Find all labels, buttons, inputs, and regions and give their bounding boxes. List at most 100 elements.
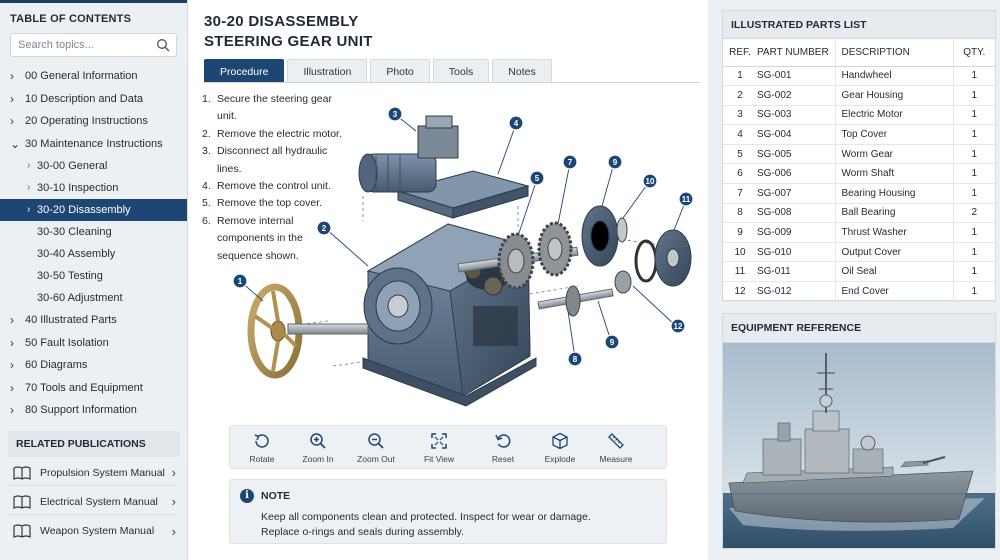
procedure-steps: 1. Secure the steering gear unit. 2. Remov… [202, 91, 342, 265]
toc-item-support-information[interactable]: › 80 Support Information [0, 399, 187, 422]
toc-item-description-and-data[interactable]: › 10 Description and Data [0, 88, 187, 111]
chevron-right-icon: › [27, 204, 31, 215]
callout-label: 9 [610, 338, 615, 347]
table-row[interactable]: 6 SG-006 Worm Shaft 1 [723, 163, 995, 185]
callout-label: 10 [646, 177, 655, 186]
parts-list-title: ILLUSTRATED PARTS LIST [723, 11, 995, 39]
note-text: Keep all components clean and protected.… [261, 511, 591, 538]
toc-subitem-testing[interactable]: 30-50 Testing [0, 265, 187, 287]
toc-item-maintenance-instructions[interactable]: ⌄ 30 Maintenance Instructions [0, 133, 187, 156]
callout-10[interactable]: 10 [642, 173, 658, 189]
step-text: Disconnect all hydraulic lines. [217, 145, 328, 175]
cell-ref: 12 [723, 281, 757, 302]
cell-qty: 1 [952, 281, 995, 302]
parts-table: REF. PART NUMBER DESCRIPTION QTY. 1 SG-00… [723, 39, 995, 302]
callout-label: 7 [568, 158, 573, 167]
table-row[interactable]: 12 SG-012 End Cover 1 [723, 281, 995, 302]
table-row[interactable]: 9 SG-009 Thrust Washer 1 [723, 222, 995, 243]
callout-label: 12 [674, 322, 683, 331]
callout-3[interactable]: 3 [387, 106, 403, 122]
callout-11[interactable]: 11 [678, 191, 694, 207]
callout-1[interactable]: 1 [232, 273, 248, 289]
toc-item-general-information[interactable]: › 00 General Information [0, 65, 187, 88]
table-row[interactable]: 10 SG-010 Output Cover 1 [723, 242, 995, 263]
step-number: 2. [202, 127, 211, 140]
step-text: Secure the steering gear unit. [217, 93, 332, 123]
search-input[interactable] [11, 34, 151, 56]
cell-description: Oil Seal [834, 261, 953, 283]
callout-5[interactable]: 5 [529, 170, 545, 186]
callout-7[interactable]: 7 [562, 154, 578, 170]
toc-title: TABLE OF CONTENTS [10, 13, 132, 25]
toc-item-tools-and-equipment[interactable]: › 70 Tools and Equipment [0, 377, 187, 400]
tab-notes[interactable]: Notes [492, 59, 552, 83]
publication-propulsion[interactable]: Propulsion System Manual › [8, 460, 180, 486]
publication-label: Propulsion System Manual [40, 466, 165, 479]
toc-subitem-cleaning[interactable]: 30-30 Cleaning [0, 221, 187, 243]
cell-ref: 10 [723, 242, 757, 263]
table-row[interactable]: 4 SG-004 Top Cover 1 [723, 124, 995, 145]
reset-label: Reset [491, 454, 515, 464]
reset-button[interactable]: Reset [473, 432, 533, 464]
zoom-out-button[interactable]: Zoom Out [346, 432, 406, 464]
info-icon: i [240, 489, 254, 503]
fit-view-button[interactable]: Fit View [409, 432, 469, 464]
toc-subitem-general[interactable]: › 30-00 General [0, 155, 187, 177]
toc-subitem-inspection[interactable]: › 30-10 Inspection [0, 177, 187, 199]
callout-12[interactable]: 12 [670, 318, 686, 334]
cell-qty: 1 [952, 124, 995, 145]
rotate-button[interactable]: Rotate [232, 432, 292, 464]
ruler-icon [608, 433, 624, 449]
tab-tools[interactable]: Tools [432, 59, 490, 83]
equipment-reference-title: EQUIPMENT REFERENCE [723, 314, 995, 343]
zoom-out-label: Zoom Out [357, 454, 395, 464]
cell-part-number: SG-007 [757, 183, 835, 204]
publication-electrical[interactable]: Electrical System Manual › [8, 489, 180, 515]
callout-4[interactable]: 4 [508, 115, 524, 131]
step-text: Remove the control unit. [217, 180, 331, 193]
cell-qty: 1 [952, 183, 995, 204]
callout-label: 5 [535, 174, 540, 183]
explode-button[interactable]: Explode [530, 432, 590, 464]
tab-photo[interactable]: Photo [370, 59, 430, 83]
table-row[interactable]: 8 SG-008 Ball Bearing 2 [723, 203, 995, 224]
toc-subitem-adjustment[interactable]: 30-60 Adjustment [0, 287, 187, 309]
publication-weapon[interactable]: Weapon System Manual › [8, 518, 180, 544]
cell-description: Top Cover [834, 124, 953, 145]
table-row[interactable]: 1 SG-001 Handwheel 1 [723, 66, 995, 87]
table-row[interactable]: 3 SG-003 Electric Motor 1 [723, 105, 995, 126]
table-row[interactable]: 7 SG-007 Bearing Housing 1 [723, 183, 995, 204]
zoom-in-button[interactable]: Zoom In [288, 432, 348, 464]
cell-part-number: SG-010 [757, 242, 835, 263]
cell-qty: 1 [952, 66, 995, 87]
tab-procedure[interactable]: Procedure [204, 59, 285, 83]
toc-item-fault-isolation[interactable]: › 50 Fault Isolation [0, 332, 187, 355]
parts-table-header: REF. PART NUMBER DESCRIPTION QTY. [723, 39, 995, 67]
toc-item-illustrated-parts[interactable]: › 40 Illustrated Parts [0, 309, 187, 332]
toc-subitem-disassembly[interactable]: › 30-20 Disassembly [0, 199, 187, 221]
toc-item-diagrams[interactable]: › 60 Diagrams [0, 354, 187, 377]
note-box: i NOTE Keep all components clean and pro… [229, 479, 667, 544]
callout-9-top[interactable]: 9 [607, 154, 623, 170]
tab-illustration[interactable]: Illustration [287, 59, 368, 83]
procedure-step: 5. Remove the top cover. [202, 195, 342, 212]
chevron-right-icon: › [10, 91, 14, 106]
chevron-right-icon: › [27, 182, 31, 193]
toc-item-operating-instructions[interactable]: › 20 Operating Instructions [0, 110, 187, 133]
toc-subitem-assembly[interactable]: 30-40 Assembly [0, 243, 187, 265]
callout-8[interactable]: 8 [567, 351, 583, 367]
cell-ref: 2 [723, 85, 757, 106]
toc-item-label: 00 General Information [25, 70, 138, 82]
chevron-right-icon: › [10, 380, 14, 395]
table-row[interactable]: 2 SG-002 Gear Housing 1 [723, 85, 995, 106]
measure-button[interactable]: Measure [586, 432, 646, 464]
search-icon[interactable] [156, 38, 170, 52]
table-row[interactable]: 5 SG-005 Worm Gear 1 [723, 144, 995, 165]
cell-description: Handwheel [834, 66, 953, 87]
publication-label: Electrical System Manual [40, 495, 158, 508]
toc-subitem-label: 30-30 Cleaning [37, 226, 112, 238]
table-row[interactable]: 11 SG-011 Oil Seal 1 [723, 261, 995, 283]
toc-subitem-label: 30-60 Adjustment [37, 292, 123, 304]
callout-9-bottom[interactable]: 9 [604, 334, 620, 350]
cell-qty: 1 [952, 85, 995, 106]
